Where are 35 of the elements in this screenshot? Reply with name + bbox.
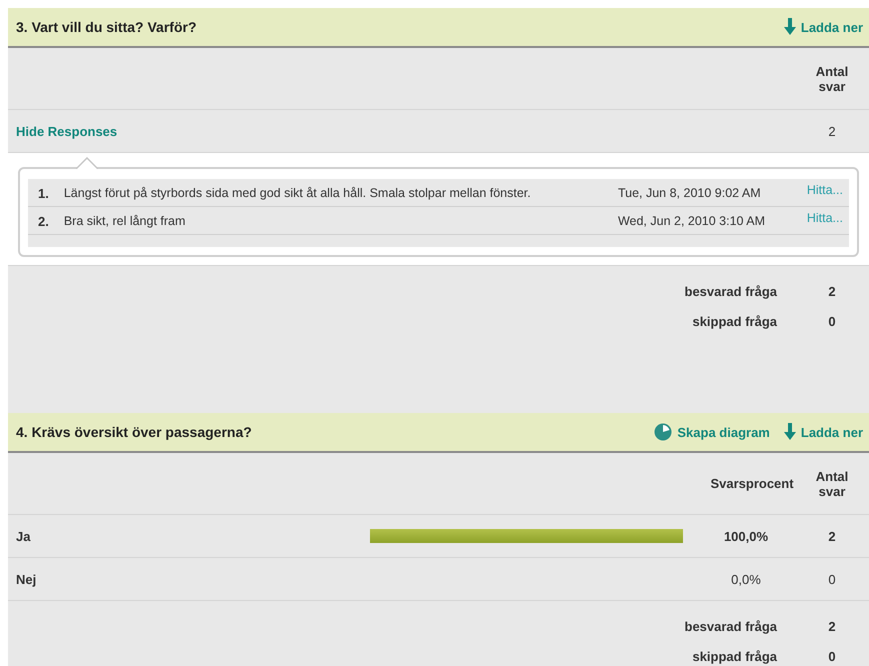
response-count: 2 [827,528,837,544]
summary-label: besvarad fråga [684,618,777,634]
response-date: Wed, Jun 2, 2010 3:10 AM [618,214,766,228]
find-link[interactable]: Hitta... [806,211,843,225]
question-title: 3. Vart vill du sitta? Varför? [16,19,198,35]
create-chart-link[interactable]: Skapa diagram [654,423,770,441]
summary-value: 2 [827,284,837,298]
response-percent: 100,0% [722,528,770,544]
summary-value: 0 [827,314,837,328]
response-number: 1. [38,186,50,201]
question-title: 4. Krävs översikt över passagerna? [16,424,253,440]
response-count: 2 [827,124,837,138]
response-percent: 0,0% [730,572,762,586]
down-arrow-icon [784,18,796,36]
option-label: Ja [16,528,30,544]
column-header: Antal svar [814,64,850,94]
summary-label: skippad fråga [692,648,777,664]
download-link[interactable]: Ladda ner [784,18,863,36]
response-date: Tue, Jun 8, 2010 9:02 AM [618,186,762,200]
find-link[interactable]: Hitta... [806,183,843,197]
summary-value: 2 [827,618,837,634]
response-number: 2. [38,214,50,229]
summary-label: skippad fråga [692,314,777,328]
response-text: Bra sikt, rel långt fram [64,214,186,228]
response-text: Längst förut på styrbords sida med god sikt åt alla håll. Smala stolpar mellan fönster. [64,186,532,200]
summary-value: 0 [827,648,837,664]
summary-label: besvarad fråga [684,284,777,298]
pie-chart-icon [654,423,672,441]
option-label: Nej [16,572,36,586]
hide-responses-link[interactable]: Hide Responses [16,124,118,138]
column-header: Svarsprocent [709,476,795,491]
response-count: 0 [827,572,837,586]
column-header: Antal svar [814,468,850,498]
down-arrow-icon [784,423,796,441]
download-link[interactable]: Ladda ner [784,423,863,441]
